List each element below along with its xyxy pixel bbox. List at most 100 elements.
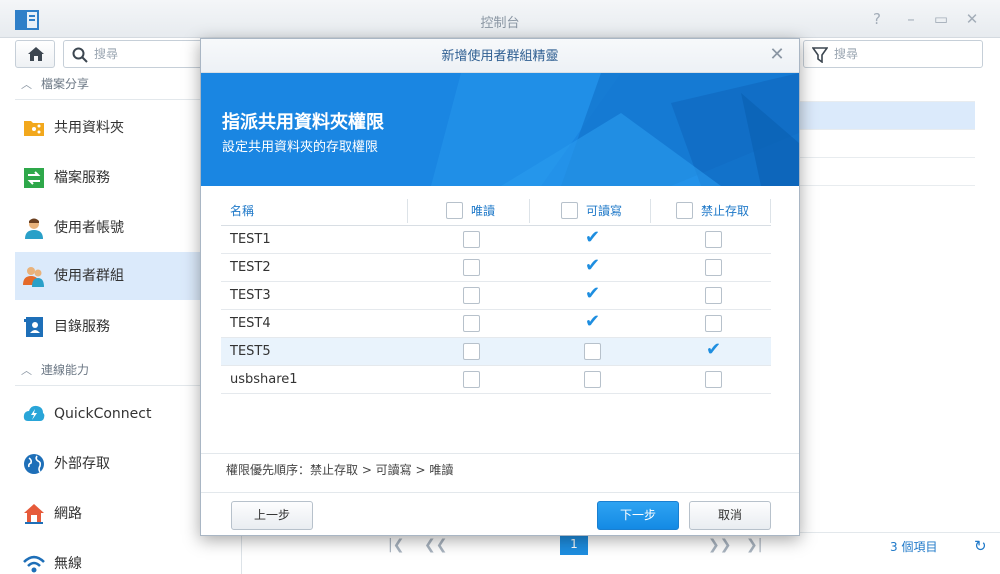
user-icon (25, 218, 43, 239)
prev-page-icon[interactable]: ❮❮ (424, 537, 447, 553)
shared-folder-name: TEST4 (230, 316, 271, 331)
checkmark-icon: ✔ (585, 227, 601, 248)
minimize-icon[interactable]: – (902, 10, 920, 28)
group-filter[interactable] (803, 40, 983, 68)
table-row[interactable]: TEST5 ✔ (221, 338, 771, 366)
home-icon (28, 47, 44, 61)
select-all-noaccess-checkbox[interactable] (676, 202, 693, 219)
noaccess-checkbox[interactable] (705, 287, 722, 304)
priority-note: 權限優先順序：禁止存取 > 可讀寫 > 唯讀 (226, 463, 454, 477)
noaccess-checkbox[interactable] (705, 315, 722, 332)
readonly-checkbox[interactable] (463, 371, 480, 388)
table-row[interactable]: TEST4 ✔ (221, 310, 771, 338)
shared-folder-name: TEST3 (230, 288, 271, 303)
sidebar-item-label: 外部存取 (54, 456, 110, 472)
checkmark-icon: ✔ (585, 255, 601, 276)
checkmark-icon: ✔ (585, 283, 601, 304)
directory-icon (24, 317, 43, 337)
title-bar: 控制台 ? – ▭ ✕ (0, 0, 1000, 38)
noaccess-checkbox[interactable] (705, 231, 722, 248)
banner-title: 指派共用資料夾權限 (222, 112, 384, 133)
readwrite-checkbox[interactable] (584, 371, 601, 388)
readwrite-checkbox[interactable]: ✔ (584, 311, 601, 332)
chevron-up-icon: ︿ (21, 364, 32, 377)
sidebar-item-label: 檔案服務 (54, 170, 110, 186)
chevron-up-icon: ︿ (21, 78, 32, 91)
first-page-icon[interactable]: |❮ (388, 537, 404, 553)
shared-folder-name: TEST1 (230, 232, 271, 247)
sidebar-item-wireless[interactable]: 無線 (15, 540, 242, 574)
select-all-readonly-checkbox[interactable] (446, 202, 463, 219)
readwrite-checkbox[interactable]: ✔ (584, 227, 601, 248)
noaccess-checkbox[interactable] (705, 259, 722, 276)
wifi-icon (23, 555, 45, 573)
column-divider (529, 199, 530, 223)
filter-icon (812, 47, 828, 63)
table-row[interactable]: TEST2 ✔ (221, 254, 771, 282)
checkmark-icon: ✔ (706, 339, 722, 360)
window-title: 控制台 (480, 16, 520, 31)
column-name[interactable]: 名稱 (230, 197, 254, 225)
wizard-banner: 指派共用資料夾權限 設定共用資料夾的存取權限 (201, 73, 799, 186)
section-label: 連線能力 (41, 363, 90, 377)
checkmark-icon: ✔ (585, 311, 601, 332)
readwrite-checkbox[interactable] (584, 343, 601, 360)
last-page-icon[interactable]: ❯| (746, 537, 762, 553)
create-group-wizard: 新增使用者群組精靈 ✕ 指派共用資料夾權限 設定共用資料夾的存取權限 名稱 唯讀… (200, 38, 800, 536)
sidebar-item-label: 使用者群組 (54, 268, 124, 284)
noaccess-checkbox[interactable]: ✔ (705, 339, 722, 360)
quickconnect-icon (23, 405, 45, 421)
shared-folder-name: TEST2 (230, 260, 271, 275)
readwrite-checkbox[interactable]: ✔ (584, 255, 601, 276)
priority-note-bar: 權限優先順序：禁止存取 > 可讀寫 > 唯讀 (201, 453, 799, 493)
select-all-readwrite-checkbox[interactable] (561, 202, 578, 219)
next-page-icon[interactable]: ❯❯ (708, 537, 731, 553)
readonly-checkbox[interactable] (463, 259, 480, 276)
shared-folder-icon (24, 121, 44, 136)
readonly-checkbox[interactable] (463, 315, 480, 332)
globe-icon (24, 454, 44, 474)
sidebar-item-label: 使用者帳號 (54, 220, 124, 236)
column-noaccess: 禁止存取 (701, 204, 750, 218)
readwrite-checkbox[interactable]: ✔ (584, 283, 601, 304)
home-button[interactable] (15, 40, 55, 68)
close-icon[interactable]: ✕ (767, 45, 787, 65)
back-button[interactable]: 上一步 (231, 501, 313, 530)
table-row[interactable]: TEST3 ✔ (221, 282, 771, 310)
user-group-icon (23, 267, 44, 287)
refresh-icon[interactable]: ↻ (974, 537, 987, 555)
table-row[interactable]: usbshare1 (221, 366, 771, 394)
sidebar-item-label: 無線 (54, 556, 82, 572)
column-readwrite: 可讀寫 (586, 204, 623, 218)
cancel-button[interactable]: 取消 (689, 501, 771, 530)
table-row[interactable]: TEST1 ✔ (221, 226, 771, 254)
column-divider (407, 199, 408, 223)
column-divider (770, 199, 771, 223)
readonly-checkbox[interactable] (463, 231, 480, 248)
item-count: 3 個項目 (890, 540, 938, 554)
group-filter-input[interactable] (834, 45, 974, 63)
next-button[interactable]: 下一步 (597, 501, 679, 530)
permission-grid-header: 名稱 唯讀 可讀寫 禁止存取 (221, 197, 771, 226)
help-icon[interactable]: ? (868, 10, 886, 28)
sidebar-item-label: 共用資料夾 (54, 120, 124, 136)
shared-folder-name: usbshare1 (230, 372, 298, 387)
wizard-title: 新增使用者群組精靈 (201, 39, 799, 73)
current-page[interactable]: 1 (560, 533, 588, 555)
shared-folder-name: TEST5 (230, 344, 271, 359)
network-home-icon (24, 504, 44, 524)
close-window-icon[interactable]: ✕ (963, 10, 981, 28)
maximize-icon[interactable]: ▭ (932, 10, 950, 28)
pagination-bar: |❮ ❮❮ 1 ❯❯ ❯| 3 個項目 ↻ (258, 532, 1000, 562)
column-divider (650, 199, 651, 223)
banner-subtitle: 設定共用資料夾的存取權限 (222, 140, 379, 155)
section-label: 檔案分享 (41, 77, 90, 91)
sidebar-item-label: 目錄服務 (54, 319, 110, 335)
readonly-checkbox[interactable] (463, 287, 480, 304)
sidebar-item-label: QuickConnect (54, 406, 152, 422)
noaccess-checkbox[interactable] (705, 371, 722, 388)
readonly-checkbox[interactable] (463, 343, 480, 360)
search-icon (72, 47, 88, 63)
file-services-icon (24, 168, 44, 188)
column-readonly: 唯讀 (471, 204, 496, 218)
